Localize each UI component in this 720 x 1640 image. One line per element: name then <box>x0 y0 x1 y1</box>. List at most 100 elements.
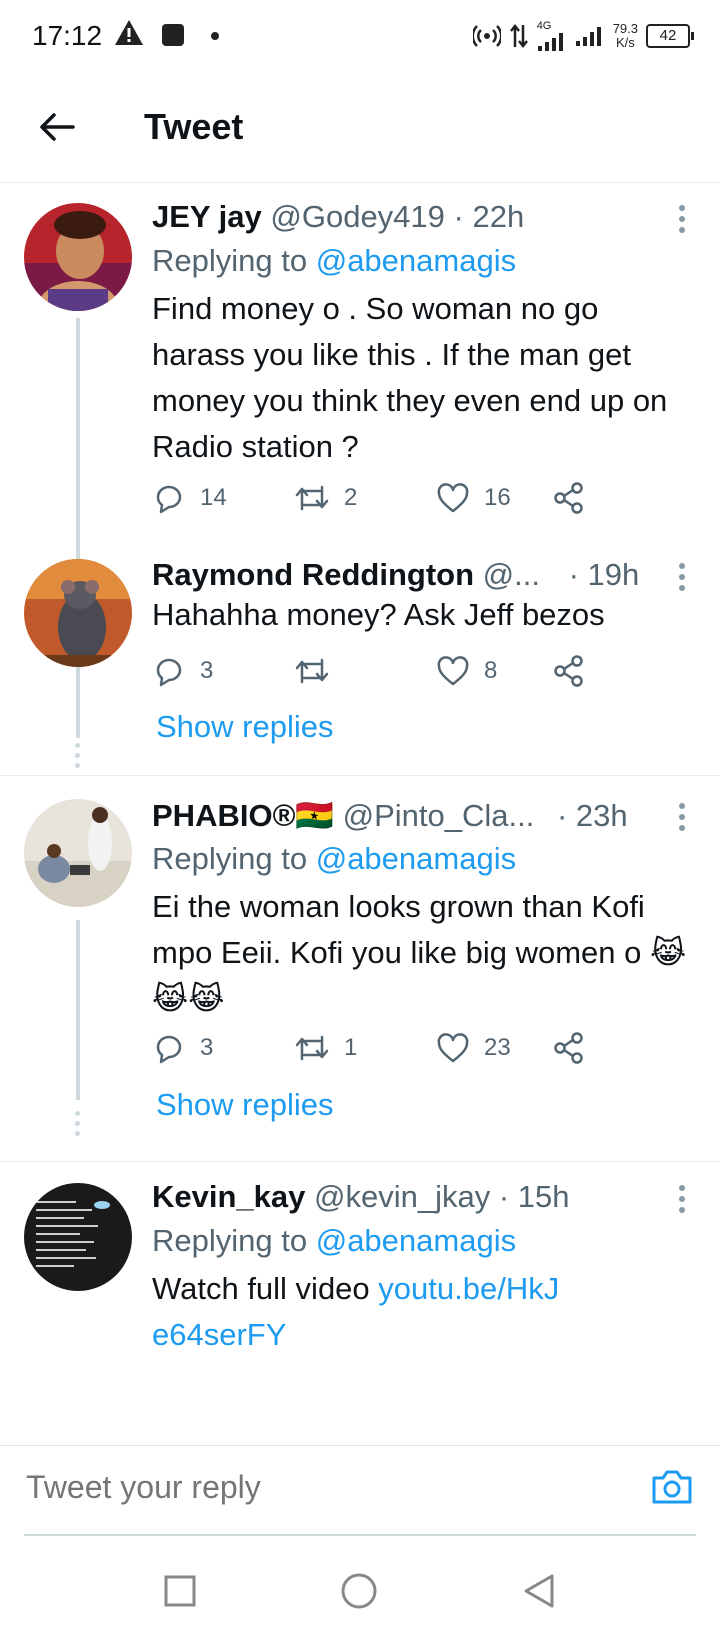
more-options-icon[interactable] <box>674 1185 690 1218</box>
heart-icon <box>437 656 469 686</box>
author-name[interactable]: PHABIO®🇬🇭 <box>152 798 334 833</box>
reply-icon <box>156 658 182 687</box>
signal-4g: 4G <box>536 19 567 52</box>
reply-input[interactable] <box>24 1468 588 1507</box>
tweet-header: Raymond Reddington @... · 19h <box>152 557 660 593</box>
battery-icon: 42 <box>646 24 694 48</box>
author-handle[interactable]: @Pinto_Cla... <box>343 798 535 833</box>
tweet-text: Hahahha money? Ask Jeff bezos <box>152 597 605 632</box>
reply-button[interactable]: 14 <box>152 476 227 520</box>
data-transfer-icon <box>509 23 528 49</box>
camera-button[interactable] <box>650 1466 694 1510</box>
reply-count: 3 <box>200 1034 214 1061</box>
author-name[interactable]: Kevin_kay <box>152 1179 305 1214</box>
tweet-text: Find money o . So woman no go harass you… <box>152 291 668 464</box>
signal-icon <box>537 32 563 51</box>
share-button[interactable] <box>552 1026 586 1070</box>
heart-icon <box>437 483 469 513</box>
divider <box>0 1161 720 1162</box>
replying-prefix: Replying to <box>152 1223 308 1258</box>
reply-composer <box>0 1445 720 1536</box>
replies-feed[interactable]: JEY jay @Godey419 · 22h Replying to @abe… <box>0 183 720 1445</box>
retweet-count: 1 <box>344 1034 358 1061</box>
author-name[interactable]: JEY jay <box>152 199 262 234</box>
battery-level: 42 <box>659 27 677 44</box>
author-handle[interactable]: @... <box>483 557 540 592</box>
retweet-button[interactable] <box>294 649 344 693</box>
heart-icon <box>437 1033 469 1063</box>
avatar[interactable] <box>24 799 132 907</box>
triangle-back-icon <box>524 1574 554 1608</box>
author-handle[interactable]: @kevin_jkay <box>314 1179 490 1214</box>
avatar[interactable] <box>24 1183 132 1291</box>
show-replies-link[interactable]: Show replies <box>156 709 333 745</box>
like-button[interactable]: 23 <box>436 1026 511 1070</box>
system-nav-bar <box>0 1540 720 1640</box>
warning-icon <box>115 20 143 45</box>
like-count: 16 <box>484 484 511 511</box>
net-speed-unit: K/s <box>615 35 635 50</box>
reply-button[interactable]: 3 <box>152 649 213 693</box>
page-title: Tweet <box>144 106 244 147</box>
reply-button[interactable]: 3 <box>152 1026 213 1070</box>
replying-prefix: Replying to <box>152 243 308 278</box>
tweet-actions: 3 8 <box>152 649 622 693</box>
replying-to-link[interactable]: @abenamagis <box>316 841 516 876</box>
thread-line <box>76 678 80 733</box>
replying-to-link[interactable]: @abenamagis <box>316 243 516 278</box>
camera-icon <box>652 1470 692 1504</box>
notification-app-icon <box>162 24 184 46</box>
status-indicators: 4G 79.3 K/s 42 <box>472 16 694 56</box>
reply-count: 3 <box>200 657 214 684</box>
tweet-header: JEY jay @Godey419 · 22h <box>152 199 660 235</box>
tweet-actions: 3 1 23 <box>152 1026 622 1070</box>
thread-line <box>76 920 80 1100</box>
avatar[interactable] <box>24 559 132 667</box>
more-options-icon[interactable] <box>674 803 690 836</box>
replying-to: Replying to @abenamagis <box>152 841 516 877</box>
like-button[interactable]: 8 <box>436 649 497 693</box>
app-bar: Tweet <box>0 72 720 183</box>
replying-to-link[interactable]: @abenamagis <box>316 1223 516 1258</box>
show-replies-link[interactable]: Show replies <box>156 1087 333 1123</box>
tweet-time: · 22h <box>453 199 525 234</box>
share-button[interactable] <box>552 649 586 693</box>
back-button[interactable] <box>32 102 82 152</box>
reply-icon <box>156 1035 182 1064</box>
tweet-actions: 14 2 16 <box>152 476 622 520</box>
share-icon <box>554 655 583 687</box>
tweet-time: · 15h <box>498 1179 570 1214</box>
share-button[interactable] <box>552 476 586 520</box>
retweet-button[interactable]: 2 <box>294 476 357 520</box>
status-bar: 17:12 4G 79.3 K/s 42 <box>0 0 720 72</box>
net-speed-value: 79.3 <box>612 21 638 36</box>
back-arrow-icon <box>40 113 75 141</box>
retweet-button[interactable]: 1 <box>294 1026 357 1070</box>
retweet-icon <box>295 485 329 511</box>
retweet-icon <box>295 658 329 684</box>
more-options-icon[interactable] <box>674 205 690 238</box>
recents-button[interactable] <box>155 1566 205 1616</box>
divider <box>0 775 720 776</box>
home-button[interactable] <box>334 1566 384 1616</box>
composer-underline <box>24 1534 696 1536</box>
like-button[interactable]: 16 <box>436 476 511 520</box>
author-name[interactable]: Raymond Reddington <box>152 557 474 592</box>
net-speed: 79.3 K/s <box>613 22 638 50</box>
hotspot-icon <box>472 25 501 47</box>
replying-to: Replying to @abenamagis <box>152 1223 516 1259</box>
tweet-header: PHABIO®🇬🇭 @Pinto_Cla... · 23h <box>152 797 660 834</box>
network-type: 4G <box>536 19 552 32</box>
signal-2-icon <box>575 27 601 46</box>
share-icon <box>554 482 583 514</box>
reply-count: 14 <box>200 484 227 511</box>
back-nav-button[interactable] <box>514 1566 564 1616</box>
retweet-count: 2 <box>344 484 358 511</box>
replying-to: Replying to @abenamagis <box>152 243 516 279</box>
avatar[interactable] <box>24 203 132 311</box>
author-handle[interactable]: @Godey419 <box>270 199 445 234</box>
tweet-text: Watch full video youtu.be/HkJe64serFY <box>152 1266 572 1358</box>
tweet-time: · 23h <box>557 798 628 833</box>
status-time: 17:12 <box>32 20 103 51</box>
notification-dot-icon <box>211 32 219 40</box>
